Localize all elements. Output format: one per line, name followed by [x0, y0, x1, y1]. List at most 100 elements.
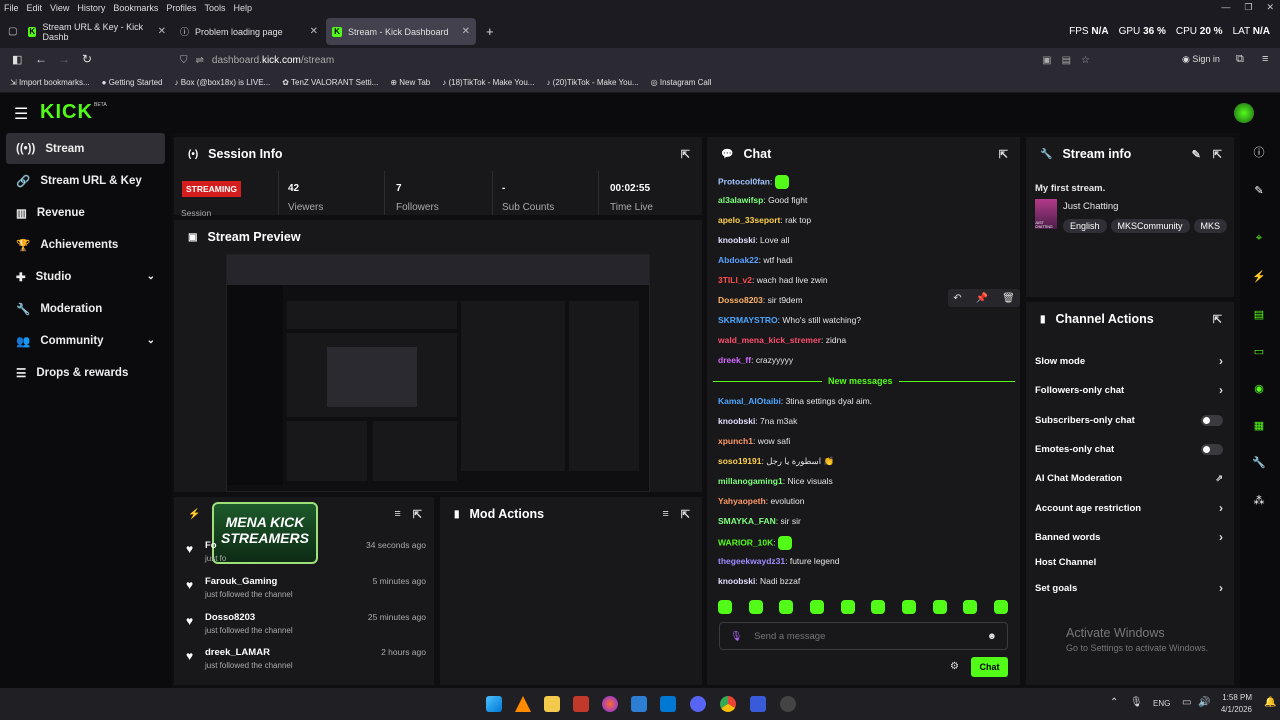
pencil-icon[interactable]: ✎: [1250, 181, 1268, 199]
chat-username[interactable]: Kamal_AlOtaibi: [718, 396, 781, 406]
popout-icon[interactable]: ⇱: [1213, 148, 1222, 161]
bookmark-item[interactable]: ⇲ Import bookmarks...: [10, 78, 90, 87]
menu-edit[interactable]: Edit: [27, 3, 43, 13]
menu-history[interactable]: History: [77, 3, 105, 13]
sidebar-item-moderation[interactable]: 🔧 Moderation: [6, 293, 165, 324]
wrench-icon[interactable]: 🔧: [1250, 453, 1268, 471]
close-tab-icon[interactable]: ✕: [158, 26, 166, 37]
follower-name[interactable]: Farouk_Gaming: [205, 576, 277, 587]
follower-name[interactable]: Dosso8203: [205, 612, 255, 623]
maximize-icon[interactable]: ❐: [1244, 2, 1252, 13]
chat-username[interactable]: Dosso8203: [718, 295, 763, 305]
tag[interactable]: MKSCommunity: [1110, 219, 1190, 233]
chat-username[interactable]: Abdoak22: [718, 255, 759, 265]
chat-username[interactable]: knoobski: [718, 576, 755, 586]
discord-icon[interactable]: [690, 696, 706, 712]
sidebar-item-achievements[interactable]: 🏆 Achievements: [6, 229, 165, 260]
bolt-icon[interactable]: ⚡: [1250, 267, 1268, 285]
tab-problem-loading[interactable]: ⓘ Problem loading page ✕: [174, 18, 324, 45]
bookmark-item[interactable]: ✿ TenZ VALORANT Setti...: [282, 78, 378, 87]
bookmark-star-icon[interactable]: ☆: [1081, 55, 1090, 66]
chat-message[interactable]: wald_mena_kick_stremer: zidna: [718, 335, 846, 345]
chat-settings-icon[interactable]: ⚙: [950, 661, 959, 672]
emote-icon[interactable]: [993, 600, 1008, 614]
reader-view-icon[interactable]: ▤: [1062, 55, 1071, 66]
store-icon[interactable]: [631, 696, 647, 712]
action-ai-moderation[interactable]: AI Chat Moderation ⇗: [1035, 470, 1223, 486]
action-set-goals[interactable]: Set goals ›: [1035, 580, 1223, 596]
chat-message[interactable]: SKRMAYSTRO: Who's still watching?: [718, 315, 861, 325]
close-window-icon[interactable]: ✕: [1266, 2, 1274, 13]
tag[interactable]: English: [1063, 219, 1107, 233]
sidebar-item-revenue[interactable]: ▥ Revenue: [6, 197, 165, 228]
emote-icon[interactable]: [718, 600, 732, 614]
action-host-channel[interactable]: Host Channel: [1035, 554, 1223, 570]
app-menu-icon[interactable]: ≡: [1262, 53, 1268, 65]
kick-logo[interactable]: KICK: [40, 101, 93, 124]
chat-username[interactable]: Protocol0fan: [718, 176, 770, 186]
chat-username[interactable]: WARIOR_10K: [718, 537, 773, 547]
camera-icon[interactable]: ⌖: [1250, 229, 1268, 247]
bookmark-item[interactable]: ⊕ New Tab: [390, 78, 430, 87]
chat-username[interactable]: wald_mena_kick_stremer: [718, 335, 821, 345]
sidebar-item-stream-url-key[interactable]: 🔗 Stream URL & Key: [6, 165, 165, 196]
chat-message[interactable]: dreek_ff: crazyyyyy: [718, 355, 793, 365]
vlc-icon[interactable]: [515, 696, 531, 712]
file-explorer-icon[interactable]: [544, 696, 560, 712]
windows-start-icon[interactable]: [486, 696, 502, 712]
emote-icon[interactable]: [809, 600, 824, 614]
sidebar-item-community[interactable]: 👥 Community ⌄: [6, 325, 165, 356]
notification-icon[interactable]: 🔔: [1264, 697, 1276, 708]
chat-message-field[interactable]: [754, 630, 955, 642]
popout-icon[interactable]: ⇱: [413, 508, 422, 521]
microphone-icon[interactable]: 🎙: [1130, 697, 1143, 708]
emote-icon[interactable]: [840, 600, 855, 614]
send-chat-button[interactable]: Chat: [971, 657, 1008, 677]
emote-icon[interactable]: [932, 600, 947, 614]
emoji-icon[interactable]: ☻: [987, 631, 997, 642]
chat-username[interactable]: 3TILI_v2: [718, 275, 752, 285]
delete-icon[interactable]: 🗑: [1002, 293, 1015, 304]
game-app-icon[interactable]: [750, 696, 766, 712]
close-tab-icon[interactable]: ✕: [462, 26, 470, 37]
chat-username[interactable]: apelo_33seport: [718, 215, 780, 225]
emote-icon[interactable]: [779, 600, 794, 614]
action-account-age[interactable]: Account age restriction ›: [1035, 500, 1223, 516]
document-icon[interactable]: ▤: [1250, 305, 1268, 323]
chat-username[interactable]: knoobski: [718, 416, 755, 426]
microphone-icon[interactable]: 🎙: [730, 631, 742, 642]
emote-icon[interactable]: [778, 536, 792, 550]
tag[interactable]: MKS: [1193, 219, 1228, 233]
minimize-icon[interactable]: —: [1221, 2, 1230, 13]
chat-input[interactable]: 🎙 ☻: [719, 622, 1008, 650]
emote-icon[interactable]: [774, 175, 789, 189]
menu-help[interactable]: Help: [233, 3, 252, 13]
forward-arrow-icon[interactable]: →: [58, 52, 70, 66]
menu-view[interactable]: View: [50, 3, 69, 13]
firefox-icon[interactable]: [602, 696, 618, 712]
filter-icon[interactable]: ≡: [394, 508, 400, 521]
bookmark-item[interactable]: ◎ Instagram Call: [651, 78, 712, 87]
clipboard-icon[interactable]: ▦: [1250, 416, 1268, 434]
emote-icon[interactable]: [963, 600, 978, 614]
avatar[interactable]: [1234, 103, 1254, 123]
filter-icon[interactable]: ≡: [662, 508, 668, 521]
follower-name[interactable]: dreek_LAMAR: [205, 647, 270, 658]
menu-tools[interactable]: Tools: [204, 3, 225, 13]
tray-chevron-icon[interactable]: ⌃: [1110, 697, 1118, 708]
chat-message[interactable]: SMAYKA_FAN: sir sir: [718, 516, 801, 526]
share-icon[interactable]: ⁂: [1250, 491, 1268, 509]
chat-message[interactable]: WARIOR_10K:: [718, 536, 792, 550]
emote-icon[interactable]: [748, 600, 763, 614]
sidebar-item-drops-rewards[interactable]: ☰ Drops & rewards: [6, 357, 165, 388]
network-icon[interactable]: ▭: [1182, 697, 1191, 708]
sign-in-button[interactable]: ◉ Sign in: [1182, 54, 1220, 65]
sidebar-item-stream[interactable]: ((•)) Stream: [6, 133, 165, 164]
popout-icon[interactable]: ⇱: [999, 148, 1008, 161]
chat-username[interactable]: knoobski: [718, 235, 755, 245]
chat-username[interactable]: millanogaming1: [718, 476, 783, 486]
tab-stream-url-key[interactable]: K Stream URL & Key - Kick Dashb ✕: [22, 18, 172, 45]
hamburger-menu-icon[interactable]: ☰: [14, 104, 28, 124]
sidebar-toggle-icon[interactable]: ◧: [12, 53, 22, 66]
menu-file[interactable]: File: [4, 3, 19, 13]
